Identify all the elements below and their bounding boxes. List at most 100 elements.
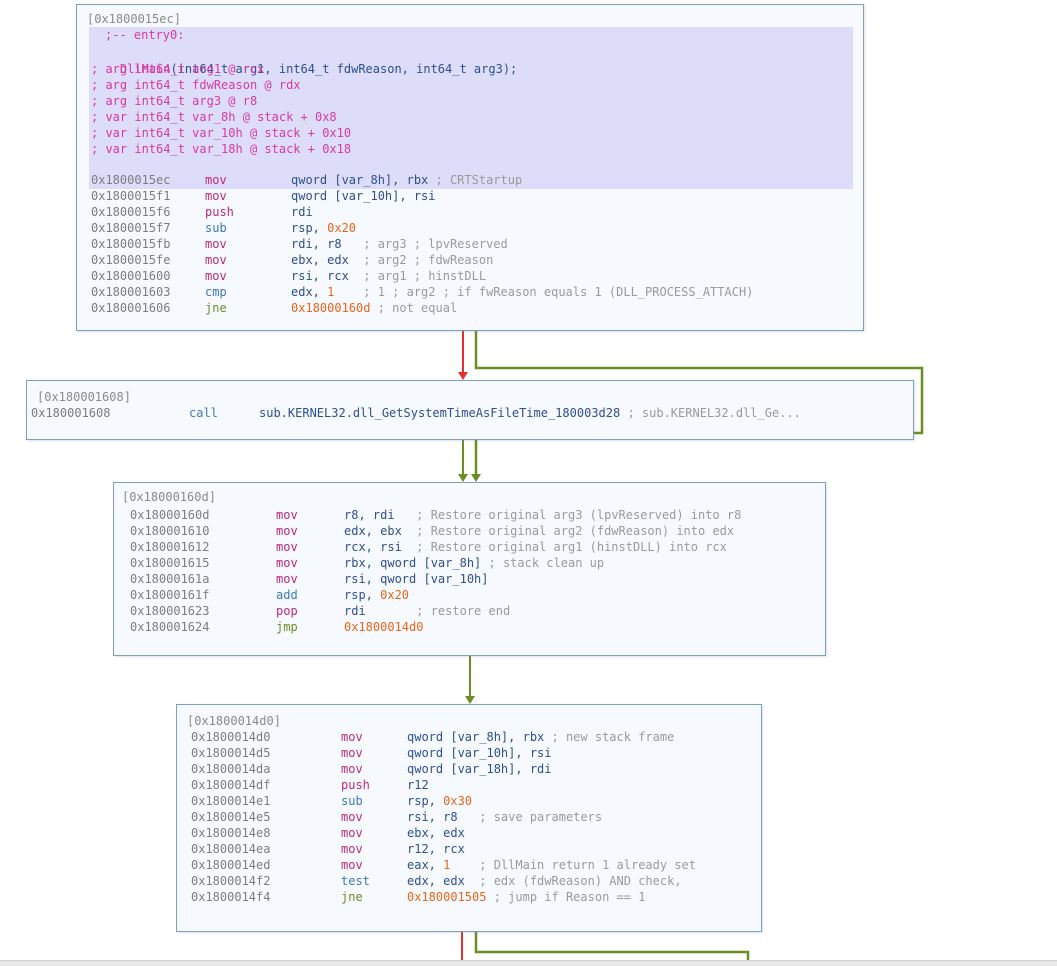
instruction-operands: 0x18000160d ; not equal — [291, 300, 457, 316]
instruction-address[interactable]: 0x1800015f1 — [91, 188, 170, 204]
operand-text: ebx, edx — [407, 826, 465, 840]
operand-immediate[interactable]: 0x180001505 — [407, 890, 486, 904]
edge-fallthrough-2-arrow — [458, 474, 468, 482]
block-header: [0x1800015ec] — [87, 12, 181, 26]
instruction-mnemonic: jne — [341, 890, 363, 904]
operand-immediate[interactable]: 0x1800014d0 — [344, 620, 423, 634]
instruction-address[interactable]: 0x1800014e8 — [191, 825, 270, 841]
instruction-operands: qword [var_8h], rbx ; CRTStartup — [291, 172, 522, 188]
instruction-operands: rsi, rcx ; arg1 ; hinstDLL — [291, 268, 486, 284]
instruction-address[interactable]: 0x1800014f2 — [191, 873, 270, 889]
instruction-operands: ebx, edx — [407, 825, 465, 841]
instruction-operands: edx, ebx ; Restore original arg2 (fdwRea… — [344, 523, 734, 539]
instruction-address[interactable]: 0x1800014f4 — [191, 889, 270, 905]
operand-text: qword [var_8h], rbx — [407, 730, 545, 744]
instruction-mnemonic: mov — [341, 746, 363, 760]
instruction-comment: ; edx (fdwReason) AND check, — [464, 874, 682, 888]
instruction-comment: ; Restore original arg2 (fdwReason) into… — [401, 524, 735, 538]
instruction-mnemonic: call — [189, 406, 218, 420]
instruction-address[interactable]: 0x180001615 — [130, 555, 209, 571]
instruction-address[interactable]: 0x180001603 — [91, 284, 170, 300]
instruction-comment: ; jump if Reason == 1 — [486, 890, 646, 904]
operand-text[interactable]: sub.KERNEL32.dll_GetSystemTimeAsFileTime… — [259, 406, 620, 420]
instruction-operands: rsp, 0x30 — [407, 793, 472, 809]
horizontal-scrollbar[interactable] — [0, 960, 1057, 966]
operand-text: r8, rdi — [344, 508, 395, 522]
operand-text: edx, edx — [407, 874, 465, 888]
instruction-address[interactable]: 0x1800015f7 — [91, 220, 170, 236]
instruction-mnemonic: mov — [205, 253, 227, 267]
basic-block-restore[interactable]: [0x18000160d] 0x18000160d mov r8, rdi ; Re… — [113, 482, 826, 656]
operand-text: r12, rcx — [407, 842, 465, 856]
instruction-address[interactable]: 0x180001624 — [130, 619, 209, 635]
instruction-operands: rdi, r8 ; arg3 ; lpvReserved — [291, 236, 508, 252]
instruction-comment: ; DllMain return 1 already set — [450, 858, 696, 872]
instruction-comment: ; arg3 ; lpvReserved — [341, 237, 508, 251]
instruction-operands: rdi ; restore end — [344, 603, 510, 619]
operand-immediate: 0x20 — [380, 588, 410, 602]
instruction-operands: qword [var_18h], rdi — [407, 761, 552, 777]
edge-jmp-3-arrow — [465, 696, 475, 704]
instruction-operands: ebx, edx ; arg2 ; fdwReason — [291, 252, 493, 268]
basic-block-dllmain-body[interactable]: [0x1800014d0] 0x1800014d0 mov qword [var_8… — [176, 704, 762, 932]
instruction-address[interactable]: 0x18000161f — [130, 587, 209, 603]
operand-text: ebx, edx — [291, 253, 349, 267]
operand-text: rdi, r8 — [291, 237, 342, 251]
block-header: [0x180001608] — [37, 390, 131, 404]
instruction-address[interactable]: 0x1800014df — [191, 777, 270, 793]
basic-block-call[interactable]: [0x180001608] 0x180001608 call sub.KERNEL3… — [26, 380, 914, 440]
instruction-mnemonic: mov — [341, 810, 363, 824]
instruction-address[interactable]: 0x1800015f6 — [91, 204, 170, 220]
operand-text: rbx, qword [var_8h] — [344, 556, 482, 570]
operand-text: rsi, qword [var_10h] — [344, 572, 489, 586]
operand-text: rdi — [344, 604, 366, 618]
instruction-operands: r12, rcx — [407, 841, 465, 857]
variable-declaration: ; var int64_t var_8h @ stack + 0x8 — [91, 110, 337, 124]
operand-immediate[interactable]: 0x18000160d — [291, 301, 370, 315]
instruction-address[interactable]: 0x1800015fb — [91, 236, 170, 252]
instruction-address[interactable]: 0x180001612 — [130, 539, 209, 555]
instruction-address[interactable]: 0x18000161a — [130, 571, 209, 587]
instruction-address[interactable]: 0x1800014e1 — [191, 793, 270, 809]
instruction-address[interactable]: 0x1800014d0 — [191, 729, 270, 745]
instruction-address[interactable]: 0x180001623 — [130, 603, 209, 619]
instruction-mnemonic: cmp — [205, 285, 227, 299]
block-header: [0x1800014d0] — [187, 714, 281, 728]
instruction-address[interactable]: 0x180001610 — [130, 523, 209, 539]
instruction-comment: ; stack clean up — [481, 556, 605, 570]
instruction-mnemonic: mov — [341, 826, 363, 840]
instruction-mnemonic: mov — [276, 556, 298, 570]
operand-text: rsp, — [407, 794, 444, 808]
operand-text: r12 — [407, 778, 429, 792]
instruction-operands: sub.KERNEL32.dll_GetSystemTimeAsFileTime… — [259, 405, 801, 421]
instruction-address[interactable]: 0x1800014ed — [191, 857, 270, 873]
instruction-address[interactable]: 0x1800014da — [191, 761, 270, 777]
instruction-operands: rsi, r8 ; save parameters — [407, 809, 602, 825]
instruction-address[interactable]: 0x1800015fe — [91, 252, 170, 268]
variable-declaration: ; var int64_t var_18h @ stack + 0x18 — [91, 142, 352, 156]
instruction-address[interactable]: 0x180001608 — [31, 405, 110, 421]
operand-text: edx, — [291, 285, 328, 299]
instruction-operands: eax, 1 ; DllMain return 1 already set — [407, 857, 696, 873]
instruction-mnemonic: mov — [276, 524, 298, 538]
instruction-mnemonic: mov — [341, 842, 363, 856]
instruction-address[interactable]: 0x18000160d — [130, 507, 209, 523]
instruction-address[interactable]: 0x1800014d5 — [191, 745, 270, 761]
instruction-address[interactable]: 0x1800014e5 — [191, 809, 270, 825]
instruction-address[interactable]: 0x180001606 — [91, 300, 170, 316]
operand-text: rdi — [291, 205, 313, 219]
instruction-address[interactable]: 0x1800015ec — [91, 172, 170, 188]
instruction-operands: rdi — [291, 204, 313, 220]
instruction-address[interactable]: 0x1800014ea — [191, 841, 270, 857]
function-signature[interactable]: DllMain(int64_t arg1, int64_t fdwReason,… — [91, 45, 517, 76]
basic-block-entry[interactable]: [0x1800015ec] ;-- entry0: DllMain(int64_… — [76, 4, 864, 331]
operand-text: qword [var_10h], rsi — [407, 746, 552, 760]
instruction-mnemonic: mov — [276, 508, 298, 522]
operand-text: eax, — [407, 858, 444, 872]
instruction-operands: edx, 1 ; 1 ; arg2 ; if fwReason equals 1… — [291, 284, 753, 300]
instruction-address[interactable]: 0x180001600 — [91, 268, 170, 284]
instruction-mnemonic: push — [205, 205, 234, 219]
instruction-operands: qword [var_10h], rsi — [291, 188, 436, 204]
instruction-mnemonic: mov — [205, 269, 227, 283]
operand-text: qword [var_18h], rdi — [407, 762, 552, 776]
